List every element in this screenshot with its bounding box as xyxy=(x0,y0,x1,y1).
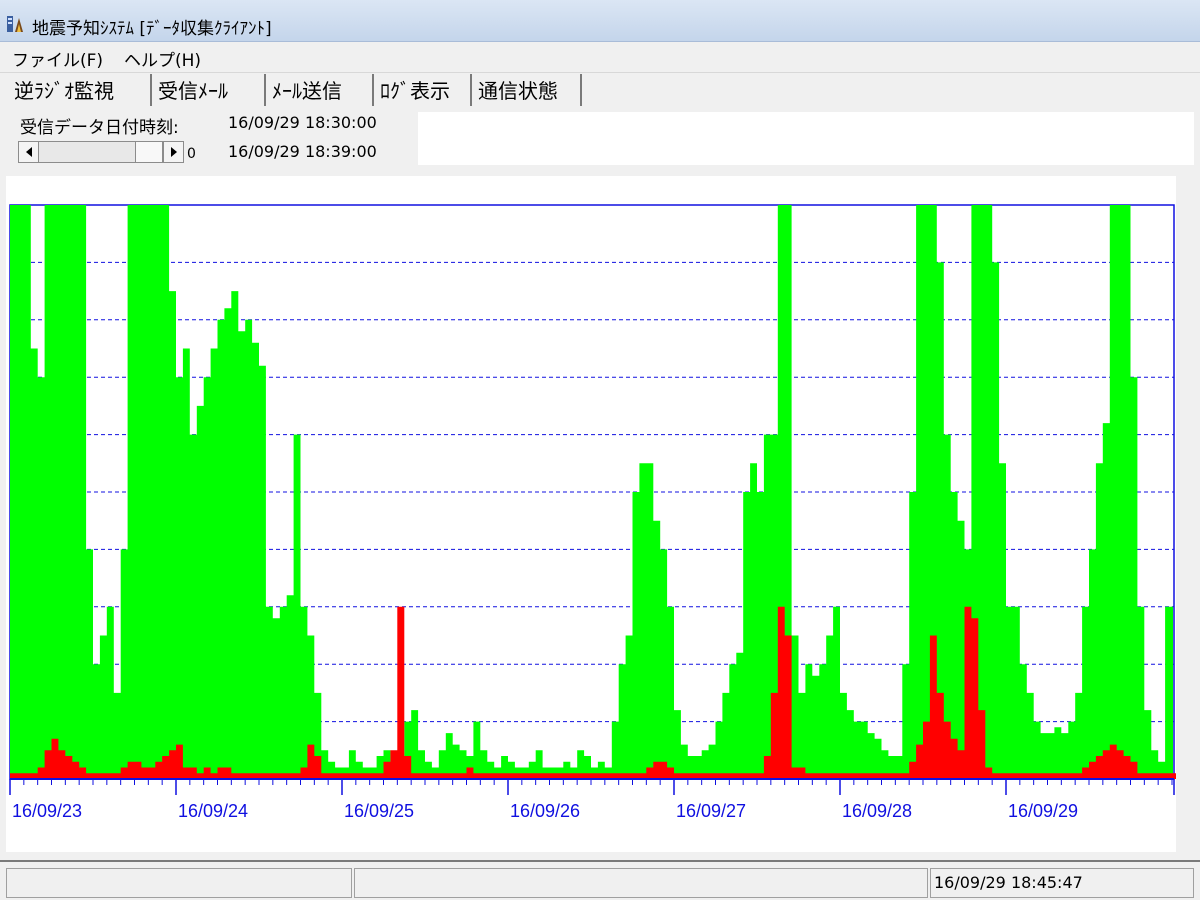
signal-chart-panel: 16/09/23 16/09/24 16/09/25 16/09/26 16/09/27… xyxy=(6,176,1176,852)
status-clock: 16/09/29 18:45:47 xyxy=(934,873,1083,892)
status-pane-2 xyxy=(354,868,928,898)
x-tick-label: 16/09/29 xyxy=(1008,801,1078,821)
received-time-start: 16/09/29 18:30:00 xyxy=(228,113,377,132)
x-tick-label: 16/09/28 xyxy=(842,801,912,821)
window-title-bar[interactable]: 地震予知ｼｽﾃﾑ [ﾃﾞｰﾀ収集ｸﾗｲｱﾝﾄ] xyxy=(0,0,1200,42)
tab-log-view[interactable]: ﾛｸﾞ表示 xyxy=(376,74,472,106)
tab-send-mail[interactable]: ﾒｰﾙ送信 xyxy=(268,74,374,106)
x-tick-label: 16/09/23 xyxy=(12,801,82,821)
x-tick-label: 16/09/24 xyxy=(178,801,248,821)
scroll-right-button[interactable] xyxy=(163,142,183,162)
x-tick-label: 16/09/25 xyxy=(344,801,414,821)
signal-chart: 16/09/23 16/09/24 16/09/25 16/09/26 16/09/27… xyxy=(9,204,1176,821)
menu-help[interactable]: ヘルプ(H) xyxy=(124,46,201,71)
received-data-datetime-label: 受信データ日付時刻: xyxy=(20,118,179,138)
arrow-left-icon xyxy=(25,147,32,157)
arrow-right-icon xyxy=(170,147,177,157)
x-tick-label: 16/09/26 xyxy=(510,801,580,821)
message-display-box xyxy=(418,112,1194,165)
seismograph-app-icon xyxy=(7,16,23,32)
received-time-end: 16/09/29 18:39:00 xyxy=(228,142,377,161)
tab-received-mail[interactable]: 受信ﾒｰﾙ xyxy=(154,74,266,106)
time-scrollbar[interactable] xyxy=(18,141,184,163)
x-tick-label: 16/09/27 xyxy=(676,801,746,821)
scroll-value: 0 xyxy=(187,146,196,162)
status-pane-1 xyxy=(6,868,352,898)
window-title: 地震予知ｼｽﾃﾑ [ﾃﾞｰﾀ収集ｸﾗｲｱﾝﾄ] xyxy=(32,19,272,39)
menu-bar: ファイル(F) ヘルプ(H) xyxy=(0,42,1200,73)
tab-communication-status[interactable]: 通信状態 xyxy=(474,74,582,106)
menu-file[interactable]: ファイル(F) xyxy=(12,46,103,71)
scroll-left-button[interactable] xyxy=(19,142,39,162)
scroll-thumb[interactable] xyxy=(135,142,163,162)
tab-reverse-radio-monitor[interactable]: 逆ﾗｼﾞｵ監視 xyxy=(10,74,152,106)
